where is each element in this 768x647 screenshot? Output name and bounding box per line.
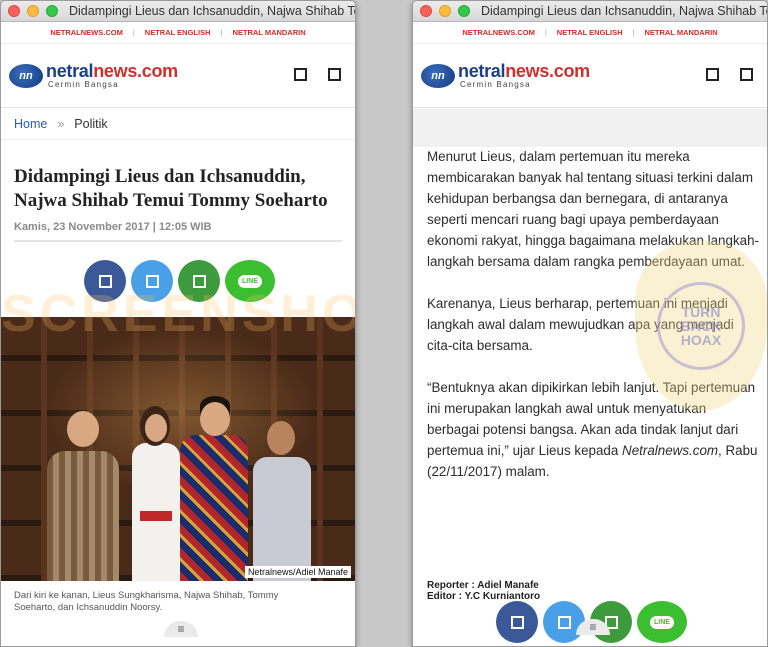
menu-button[interactable] — [740, 68, 753, 81]
whatsapp-icon — [192, 274, 206, 288]
divider — [14, 240, 342, 242]
top-nav: NETRALNEWS.COM | NETRAL ENGLISH | NETRAL… — [413, 22, 767, 44]
twitter-icon — [557, 615, 571, 629]
minimize-window-button[interactable] — [439, 5, 451, 17]
person-tommy — [176, 396, 252, 581]
site-header: nn netralnews.com Cermin Bangsa — [413, 44, 767, 108]
share-facebook-button[interactable] — [496, 601, 538, 643]
topnav-sep: | — [132, 28, 135, 37]
share-facebook-button[interactable] — [84, 260, 126, 302]
share-bar: LINE — [84, 260, 280, 302]
topnav-english[interactable]: NETRAL ENGLISH — [557, 28, 623, 37]
logo-part1: netral — [458, 61, 506, 81]
logo-part2: news.com — [505, 61, 590, 81]
logo-tagline: Cermin Bangsa — [48, 80, 119, 89]
browser-window-left: Didampingi Lieus dan Ichsanuddin, Najwa … — [0, 0, 356, 647]
maximize-window-button[interactable] — [458, 5, 470, 17]
logo-part2: news.com — [93, 61, 178, 81]
window-title: Didampingi Lieus dan Ichsanuddin, Najwa … — [69, 4, 355, 18]
site-logo[interactable]: netralnews.com Cermin Bangsa — [458, 62, 590, 89]
header-spacer — [413, 109, 767, 147]
hamburger-icon: ≡ — [589, 620, 597, 634]
article-credits: Reporter : Adiel Manafe Editor : Y.C Kur… — [427, 580, 540, 602]
breadcrumb-category[interactable]: Politik — [74, 117, 107, 131]
hamburger-icon: ≡ — [177, 622, 185, 636]
person-ichsanuddin — [249, 421, 313, 581]
share-line-button[interactable]: LINE — [637, 601, 687, 643]
search-button[interactable] — [706, 68, 719, 81]
maximize-window-button[interactable] — [46, 5, 58, 17]
breadcrumb: Home » Politik — [1, 108, 355, 140]
source-name: Netralnews.com — [622, 443, 719, 458]
person-lieus — [39, 411, 127, 581]
breadcrumb-home[interactable]: Home — [14, 117, 47, 131]
logo-globe-icon[interactable]: nn — [421, 63, 455, 88]
breadcrumb-separator: » — [57, 116, 65, 131]
article-date: Kamis, 23 November 2017 | 12:05 WIB — [14, 221, 212, 233]
titlebar[interactable]: Didampingi Lieus dan Ichsanuddin, Najwa … — [1, 1, 355, 22]
facebook-icon — [510, 615, 524, 629]
topnav-mandarin[interactable]: NETRAL MANDARIN — [232, 28, 305, 37]
article-photo: Netralnews/Adiel Manafe — [1, 317, 355, 581]
line-icon: LINE — [238, 274, 262, 288]
logo-tagline: Cermin Bangsa — [460, 80, 531, 89]
minimize-window-button[interactable] — [27, 5, 39, 17]
topnav-sep: | — [632, 28, 635, 37]
twitter-icon — [145, 274, 159, 288]
search-button[interactable] — [294, 68, 307, 81]
topnav-netralnews[interactable]: NETRALNEWS.COM — [50, 28, 123, 37]
close-window-button[interactable] — [420, 5, 432, 17]
logo-part1: netral — [46, 61, 94, 81]
seal-text-1: TURN — [681, 304, 721, 320]
photo-caption: Dari kiri ke kanan, Lieus Sungkharisma, … — [14, 590, 279, 613]
article-title: Didampingi Lieus dan Ichsanuddin, Najwa … — [14, 166, 328, 211]
topnav-sep: | — [220, 28, 223, 37]
browser-window-right: Didampingi Lieus dan Ichsanuddin, Najwa … — [412, 0, 768, 647]
reporter-name: Reporter : Adiel Manafe — [427, 580, 539, 591]
window-title: Didampingi Lieus dan Ichsanuddin, Najwa … — [481, 4, 767, 18]
share-whatsapp-button[interactable] — [178, 260, 220, 302]
turnbackhoax-seal: TURN BACK HOAX — [635, 241, 767, 411]
topnav-sep: | — [544, 28, 547, 37]
share-twitter-button[interactable] — [543, 601, 585, 643]
menu-button[interactable] — [328, 68, 341, 81]
site-header: nn netralnews.com Cermin Bangsa — [1, 44, 355, 108]
topnav-mandarin[interactable]: NETRAL MANDARIN — [644, 28, 717, 37]
seal-text-3: HOAX — [680, 332, 722, 348]
bottom-menu-handle[interactable]: ≡ — [164, 621, 198, 637]
titlebar[interactable]: Didampingi Lieus dan Ichsanuddin, Najwa … — [413, 1, 767, 22]
line-icon: LINE — [650, 615, 674, 629]
share-line-button[interactable]: LINE — [225, 260, 275, 302]
seal-text-2: BACK — [680, 318, 722, 334]
share-twitter-button[interactable] — [131, 260, 173, 302]
close-window-button[interactable] — [8, 5, 20, 17]
logo-globe-icon[interactable]: nn — [9, 63, 43, 88]
topnav-netralnews[interactable]: NETRALNEWS.COM — [462, 28, 535, 37]
site-logo[interactable]: netralnews.com Cermin Bangsa — [46, 62, 178, 89]
topnav-english[interactable]: NETRAL ENGLISH — [145, 28, 211, 37]
photo-credit: Netralnews/Adiel Manafe — [244, 566, 351, 578]
top-nav: NETRALNEWS.COM | NETRAL ENGLISH | NETRAL… — [1, 22, 355, 44]
facebook-icon — [98, 274, 112, 288]
